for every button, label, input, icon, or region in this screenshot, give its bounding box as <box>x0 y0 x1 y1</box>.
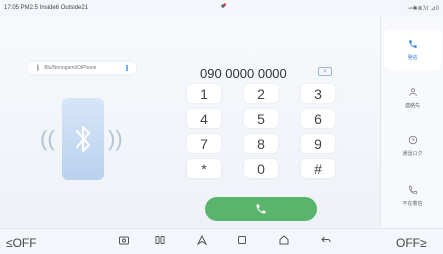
dialed-number: 090 0000 0000 <box>200 66 287 81</box>
sidebar-item-missed-calls[interactable]: 不在着信 <box>384 176 441 216</box>
sidebar-item-dial[interactable]: 発信 <box>384 30 441 70</box>
sidebar-item-contacts[interactable]: 連絡先 <box>384 78 441 118</box>
right-climate-label: OFF <box>396 236 420 250</box>
device-indicator <box>126 65 128 71</box>
status-text: 17:05 PM2.5 Inside6 Outside21 <box>4 5 89 11</box>
fan-icon: ≥ <box>420 236 427 250</box>
home-button[interactable] <box>278 234 290 249</box>
contacts-icon <box>408 87 418 100</box>
signal-wave-left: (( <box>40 126 55 151</box>
bluetooth-device-pill[interactable]: ᛒ Blu/Nonogami/OiPhone <box>28 62 136 74</box>
phone-icon <box>408 39 418 52</box>
sidebar-item-label: 通話ログ <box>402 151 423 157</box>
media-button[interactable] <box>154 234 166 249</box>
back-icon <box>321 236 331 243</box>
bluetooth-icon <box>76 126 90 152</box>
clock-icon <box>408 135 418 148</box>
key-9[interactable]: 9 <box>301 134 335 153</box>
key-star[interactable]: * <box>187 159 221 178</box>
sidebar-item-label: 連絡先 <box>404 103 420 109</box>
key-2[interactable]: 2 <box>244 84 278 103</box>
left-climate-control[interactable]: ≤OFF <box>6 236 37 250</box>
sidebar-item-label: 発信 <box>407 55 418 61</box>
sidebar: 発信 連絡先 通話ログ 不在着信 <box>380 16 443 226</box>
key-1[interactable]: 1 <box>187 84 221 103</box>
key-6[interactable]: 6 <box>301 109 335 128</box>
key-3[interactable]: 3 <box>301 84 335 103</box>
back-button[interactable] <box>320 234 332 249</box>
backspace-icon: ✕ <box>322 69 328 75</box>
bottom-system-bar: ≤OFF OFF≥ <box>0 228 443 254</box>
status-icons: ⊸✱⊗ℳ ⊿0 <box>407 6 439 12</box>
backspace-button[interactable]: ✕ <box>318 67 332 76</box>
navigation-icon <box>196 234 208 246</box>
dialer-panel: ᛒ Blu/Nonogami/OiPhone (( )) 090 0000 00… <box>0 16 380 226</box>
bluetooth-phone-illustration <box>62 98 104 180</box>
key-8[interactable]: 8 <box>244 134 278 153</box>
home-icon <box>279 235 289 245</box>
recent-apps-button[interactable] <box>236 234 248 249</box>
bluetooth-icon: ᛒ <box>36 64 41 72</box>
missed-call-icon <box>408 185 418 198</box>
bluetooth-device-name: Blu/Nonogami/OiPhone <box>44 65 97 71</box>
key-hash[interactable]: # <box>301 159 335 178</box>
status-bar: 17:05 PM2.5 Inside6 Outside21 ⊸✱⊗ℳ ⊿0 <box>0 0 443 16</box>
key-0[interactable]: 0 <box>244 159 278 178</box>
camera-button[interactable] <box>118 234 130 249</box>
key-5[interactable]: 5 <box>244 109 278 128</box>
square-icon <box>238 236 246 244</box>
left-climate-label: OFF <box>12 236 37 250</box>
camera-icon <box>119 236 129 245</box>
navigation-button[interactable] <box>196 234 208 249</box>
phone-icon <box>256 204 266 214</box>
notification-icon <box>219 3 227 13</box>
right-climate-control[interactable]: OFF≥ <box>396 236 427 250</box>
key-4[interactable]: 4 <box>187 109 221 128</box>
fan-icon: ≤ <box>6 236 13 250</box>
media-icon <box>155 236 165 244</box>
sidebar-item-label: 不在着信 <box>402 201 423 207</box>
sidebar-item-call-log[interactable]: 通話ログ <box>384 126 441 166</box>
key-7[interactable]: 7 <box>187 134 221 153</box>
call-button[interactable] <box>205 197 317 221</box>
signal-wave-right: )) <box>108 126 123 151</box>
